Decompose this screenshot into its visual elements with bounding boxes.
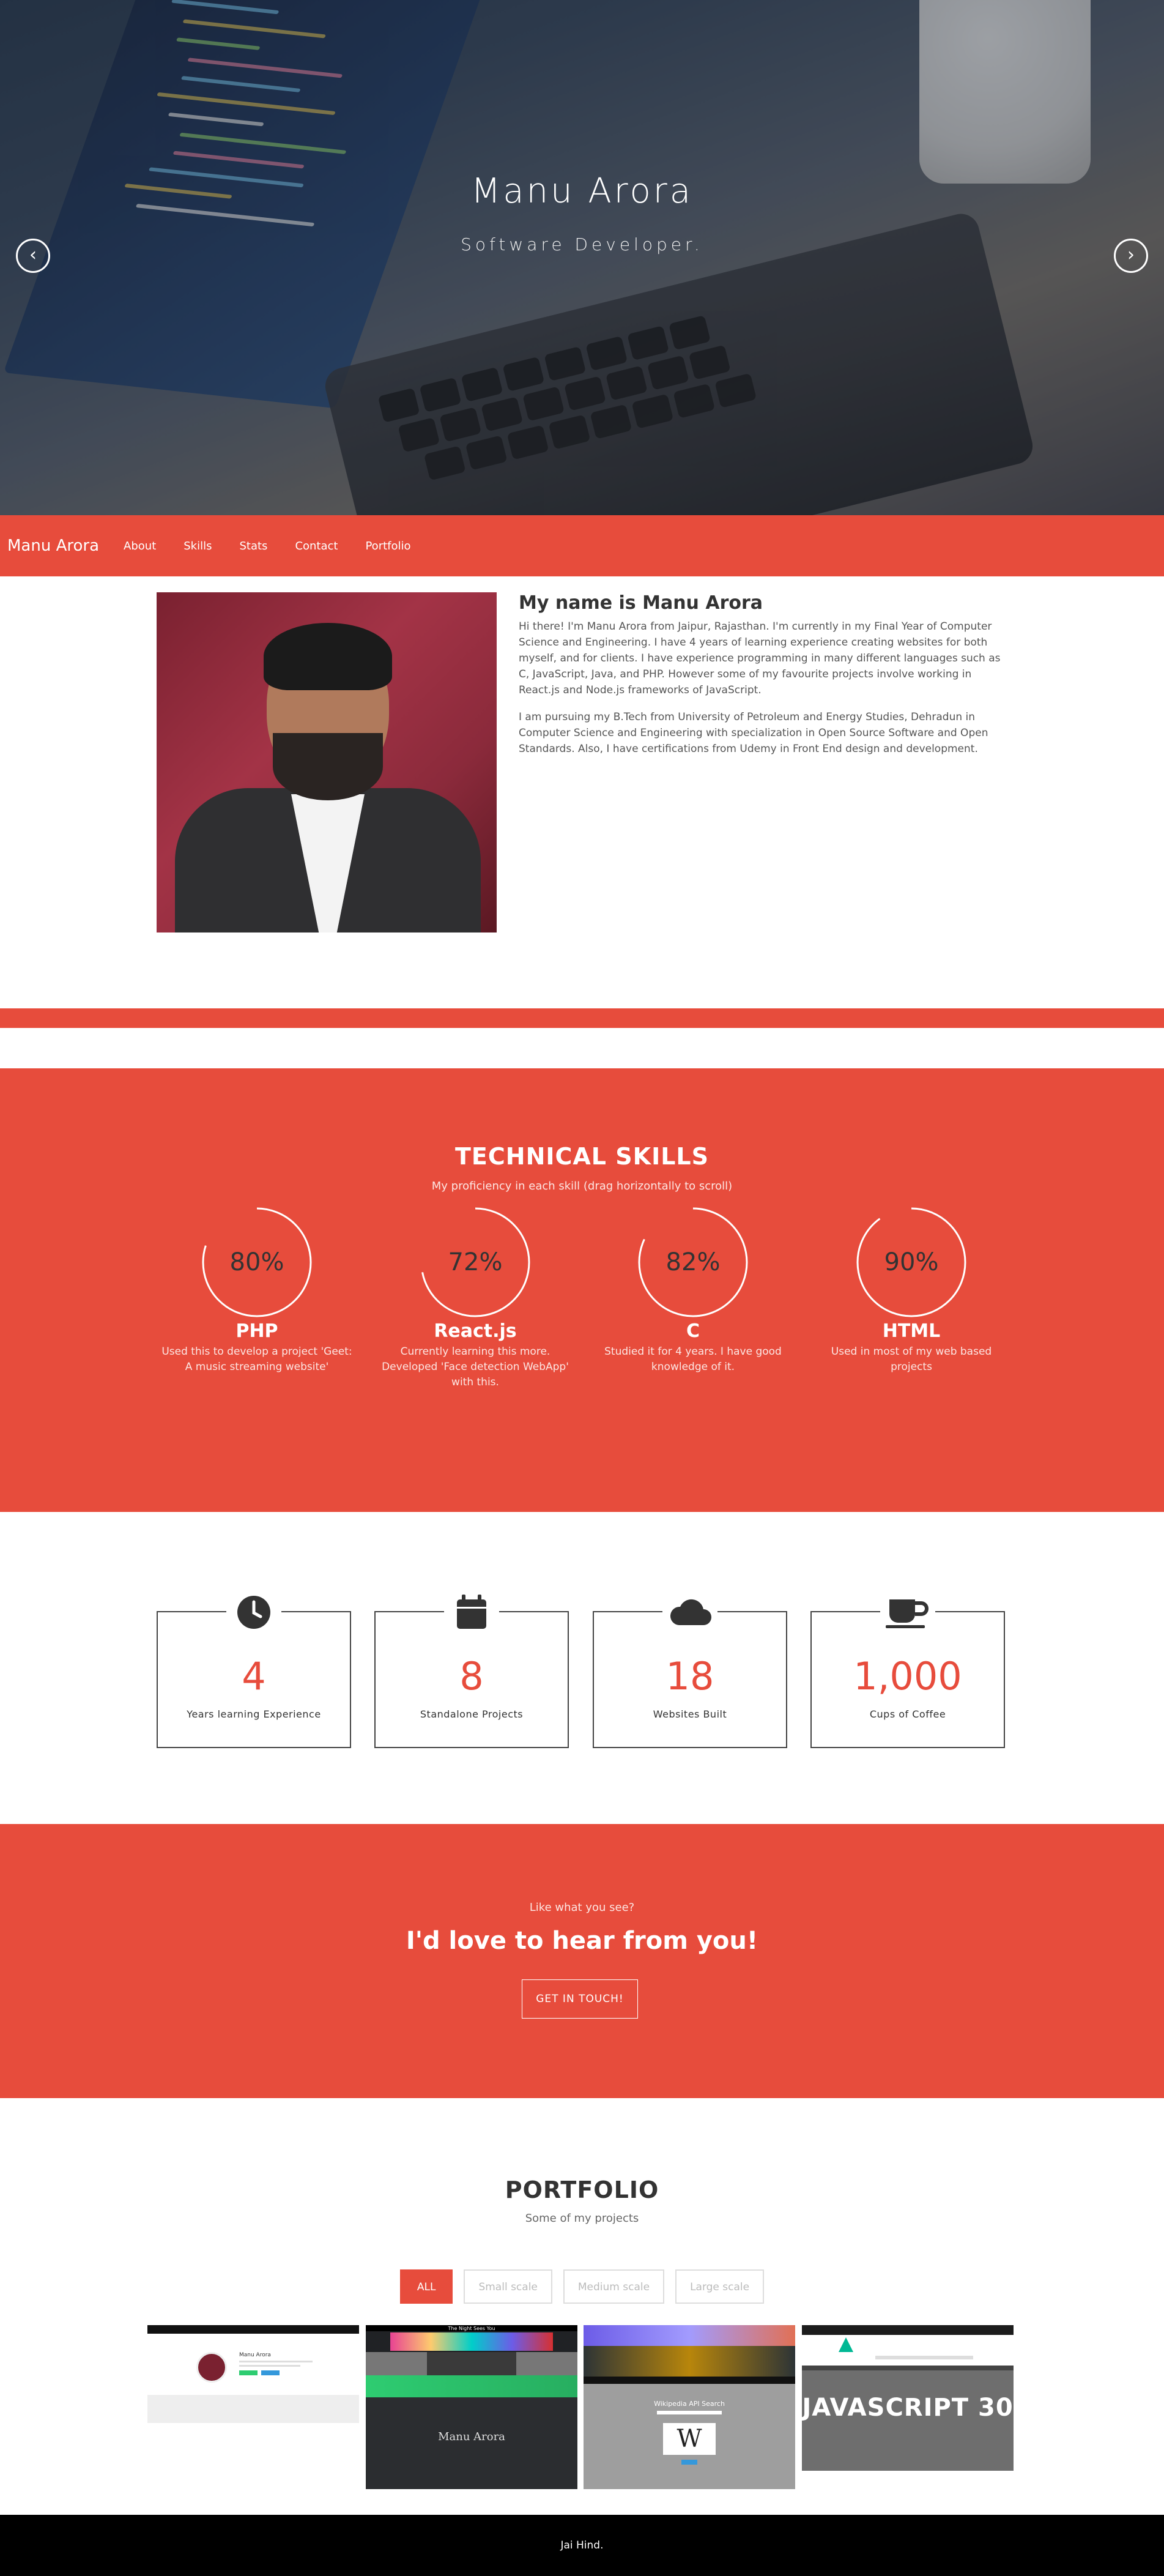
about-paragraph: Hi there! I'm Manu Arora from Jaipur, Ra…	[519, 620, 1001, 696]
skill-name: C	[686, 1320, 700, 1342]
skill-description: Currently learning this more. Developed …	[382, 1346, 569, 1388]
chevron-left-icon: ‹	[29, 244, 37, 266]
skills-section: TECHNICAL SKILLS My proficiency in each …	[0, 1068, 1164, 1512]
chevron-right-icon: ›	[1127, 244, 1135, 266]
cta-heading: I'd love to hear from you!	[406, 1927, 758, 1955]
stat-card: 18 Websites Built	[593, 1593, 787, 1748]
stat-value: 18	[665, 1654, 714, 1699]
stats-section: 4 Years learning Experience 8 Standalone…	[0, 1512, 1164, 1824]
skill-reactjs: 72% React.js Currently learning this mor…	[371, 1204, 579, 1390]
stat-label: Years learning Experience	[187, 1708, 321, 1720]
skill-percent: 82%	[665, 1248, 721, 1276]
hero-title: Manu Arora	[470, 171, 694, 211]
skill-php: 80% PHP Used this to develop a project '…	[153, 1204, 361, 1375]
nav-brand[interactable]: Manu Arora	[7, 537, 99, 555]
filter-all-button[interactable]: ALL	[399, 2269, 453, 2304]
portfolio-thumb-title: Wikipedia API Search	[654, 2400, 725, 2408]
stat-value: 1,000	[853, 1654, 962, 1699]
hero-subtitle: Software Developer.	[461, 234, 703, 255]
skill-progress-ring: 90%	[853, 1204, 969, 1320]
navbar: Manu Arora About Skills Stats Contact Po…	[0, 515, 1164, 576]
about-paragraph: I am pursuing my B.Tech from University …	[519, 711, 988, 755]
clock-icon	[226, 1593, 281, 1632]
portfolio-thumb-title: Manu Arora	[239, 2352, 271, 2358]
stat-label: Websites Built	[653, 1708, 727, 1720]
profile-photo	[157, 592, 497, 932]
portfolio-subtitle: Some of my projects	[525, 2212, 639, 2225]
stat-card: 4 Years learning Experience	[157, 1593, 351, 1748]
stat-label: Standalone Projects	[420, 1708, 524, 1720]
coffee-cup-icon	[880, 1593, 935, 1632]
portfolio-thumbnail[interactable]: The Night Sees You Manu Arora	[366, 2325, 577, 2489]
about-section: My name is Manu Arora Hi there! I'm Manu…	[0, 576, 1164, 1068]
filter-small-scale-button[interactable]: Small scale	[464, 2269, 552, 2304]
portfolio-thumbnail[interactable]: JAVASCRIPT 30	[802, 2325, 1014, 2471]
skill-percent: 90%	[884, 1248, 939, 1276]
portfolio-thumbnail[interactable]: Wikipedia API Search W	[584, 2325, 795, 2489]
contact-cta-section: Like what you see? I'd love to hear from…	[0, 1824, 1164, 2098]
skill-name: HTML	[882, 1320, 941, 1342]
portfolio-section: PORTFOLIO Some of my projects ALL Small …	[0, 2098, 1164, 2515]
stat-card: 1,000 Cups of Coffee	[810, 1593, 1005, 1748]
stat-card: 8 Standalone Projects	[374, 1593, 569, 1748]
nav-link-contact[interactable]: Contact	[295, 540, 338, 553]
skill-name: React.js	[434, 1320, 517, 1342]
portfolio-thumb-title: JAVASCRIPT 30	[802, 2394, 1014, 2422]
portfolio-title: PORTFOLIO	[505, 2176, 659, 2203]
portfolio-thumb-header: The Night Sees You	[448, 2326, 495, 2331]
cta-kicker: Like what you see?	[529, 1901, 635, 1914]
skill-name: PHP	[235, 1320, 278, 1342]
hero-carousel: Manu Arora Software Developer. ‹ ›	[0, 0, 1164, 515]
skill-percent: 80%	[229, 1248, 284, 1276]
skill-description: Used in most of my web based projects	[831, 1346, 992, 1373]
hero-overlay	[0, 0, 1164, 515]
portfolio-thumbnail[interactable]: Manu Arora	[147, 2325, 359, 2423]
calendar-icon	[444, 1593, 499, 1632]
skill-progress-ring: 72%	[417, 1204, 533, 1320]
nav-link-about[interactable]: About	[124, 540, 156, 553]
about-text: My name is Manu Arora Hi there! I'm Manu…	[519, 592, 1002, 768]
portfolio-filters: ALL Small scale Medium scale Large scale	[0, 2269, 1164, 2304]
nav-link-portfolio[interactable]: Portfolio	[365, 540, 410, 553]
stat-value: 8	[459, 1654, 484, 1699]
carousel-next-button[interactable]: ›	[1114, 239, 1148, 273]
get-in-touch-button[interactable]: GET IN TOUCH!	[522, 1979, 638, 2019]
skills-subtitle: My proficiency in each skill (drag horiz…	[431, 1180, 733, 1193]
skill-percent: 72%	[448, 1248, 503, 1276]
cloud-icon	[662, 1593, 717, 1632]
skill-progress-ring: 82%	[635, 1204, 751, 1320]
filter-large-scale-button[interactable]: Large scale	[675, 2269, 765, 2304]
stat-value: 4	[242, 1654, 266, 1699]
footer-text: Jai Hind.	[560, 2539, 604, 2552]
portfolio-thumb-title: Manu Arora	[438, 2430, 505, 2443]
footer: Jai Hind.	[0, 2515, 1164, 2576]
skill-progress-ring: 80%	[199, 1204, 315, 1320]
about-heading: My name is Manu Arora	[519, 592, 763, 614]
skill-c: 82% C Studied it for 4 years. I have goo…	[589, 1204, 797, 1375]
nav-link-stats[interactable]: Stats	[239, 540, 267, 553]
skill-description: Studied it for 4 years. I have good know…	[604, 1346, 782, 1373]
section-divider	[0, 1008, 1164, 1028]
skills-title: TECHNICAL SKILLS	[455, 1143, 709, 1170]
stat-label: Cups of Coffee	[869, 1708, 946, 1720]
skill-html: 90% HTML Used in most of my web based pr…	[807, 1204, 1015, 1375]
filter-medium-scale-button[interactable]: Medium scale	[563, 2269, 665, 2304]
nav-link-skills[interactable]: Skills	[183, 540, 212, 553]
carousel-prev-button[interactable]: ‹	[16, 239, 50, 273]
skill-description: Used this to develop a project 'Geet: A …	[161, 1346, 352, 1373]
